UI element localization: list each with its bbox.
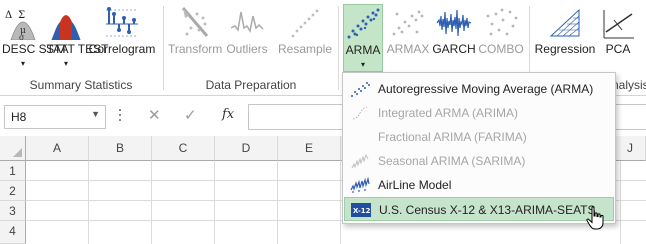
regression-button[interactable]: Regression bbox=[532, 4, 598, 74]
transform-icon bbox=[181, 7, 209, 37]
arma-dropdown-menu: Autoregressive Moving Average (ARMA) Int… bbox=[342, 72, 616, 224]
gridline bbox=[214, 161, 215, 244]
correlogram-icon bbox=[106, 7, 138, 37]
correlogram-label: Correlogram bbox=[88, 42, 156, 56]
name-box[interactable]: H8 ▼ bbox=[4, 105, 106, 129]
combo-label: COMBO bbox=[478, 42, 524, 56]
stat-test-button[interactable]: STAT TEST ▾ bbox=[46, 4, 108, 74]
svg-text:Δ: Δ bbox=[5, 10, 12, 21]
gridline bbox=[151, 161, 152, 244]
column-header-e[interactable]: E bbox=[278, 136, 341, 161]
cancel-icon[interactable]: ✕ bbox=[148, 106, 161, 124]
column-header-b[interactable]: B bbox=[89, 136, 152, 161]
enter-icon[interactable]: ✓ bbox=[184, 106, 197, 124]
gridline bbox=[277, 161, 278, 244]
column-header-d[interactable]: D bbox=[215, 136, 278, 161]
menu-item-label: Fractional ARIMA (FARIMA) bbox=[378, 130, 527, 144]
menu-item-label: Integrated ARMA (ARIMA) bbox=[378, 106, 519, 120]
menu-item-farima[interactable]: Fractional ARIMA (FARIMA) bbox=[344, 125, 614, 149]
svg-text:Σ: Σ bbox=[18, 10, 25, 21]
svg-text:X-12: X-12 bbox=[353, 207, 371, 215]
dropdown-caret-icon: ▾ bbox=[63, 59, 68, 68]
regression-label: Regression bbox=[534, 42, 596, 56]
combo-button[interactable]: COMBO bbox=[477, 4, 525, 74]
row-header-3[interactable]: 3 bbox=[0, 201, 26, 221]
resample-button[interactable]: Resample bbox=[276, 4, 334, 74]
menu-item-arma[interactable]: Autoregressive Moving Average (ARMA) bbox=[344, 77, 614, 101]
menu-item-census-x12-x13[interactable]: X-12 U.S. Census X-12 & X13-ARIMA-SEATS bbox=[344, 197, 614, 221]
pca-icon bbox=[603, 10, 634, 39]
stat-test-icon bbox=[51, 15, 81, 40]
pca-button[interactable]: PCA bbox=[598, 4, 638, 74]
svg-text:σ: σ bbox=[19, 33, 25, 40]
census-x12-icon: X-12 bbox=[351, 203, 371, 217]
garch-button[interactable]: GARCH bbox=[431, 4, 477, 74]
menu-item-sarima[interactable]: Seasonal ARIMA (SARIMA) bbox=[344, 149, 614, 173]
resize-handle-icon[interactable] bbox=[118, 109, 122, 125]
row-header-2[interactable]: 2 bbox=[0, 181, 26, 201]
outliers-label: Outliers bbox=[226, 42, 268, 56]
insert-function-icon[interactable]: fx bbox=[222, 107, 234, 122]
outliers-icon bbox=[230, 11, 264, 34]
armax-label: ARMAX bbox=[386, 42, 430, 56]
arma-icon bbox=[351, 82, 370, 97]
regression-icon bbox=[549, 8, 580, 37]
menu-item-label: U.S. Census X-12 & X13-ARIMA-SEATS bbox=[379, 203, 596, 217]
combo-icon bbox=[486, 8, 518, 36]
pca-label: PCA bbox=[605, 42, 631, 56]
resample-icon bbox=[291, 9, 319, 38]
group-separator bbox=[338, 6, 339, 90]
descriptive-stats-icon: Δ Σ μ σ bbox=[5, 10, 36, 40]
garch-icon bbox=[436, 9, 472, 37]
data-preparation-group-label: Data Preparation bbox=[205, 78, 297, 92]
transform-label: Transform bbox=[168, 42, 223, 56]
menu-item-label: Autoregressive Moving Average (ARMA) bbox=[378, 82, 594, 96]
menu-item-label: Seasonal ARIMA (SARIMA) bbox=[378, 154, 526, 168]
gridline bbox=[340, 161, 341, 244]
transform-button[interactable]: Transform bbox=[168, 4, 222, 74]
menu-item-label: AirLine Model bbox=[378, 178, 452, 192]
dropdown-caret-icon: ▾ bbox=[360, 60, 365, 69]
arma-label: ARMA bbox=[345, 43, 381, 57]
arma-button[interactable]: ARMA ▾ bbox=[343, 4, 383, 72]
armax-icon bbox=[392, 10, 424, 36]
analysis-group-label: nalysis bbox=[612, 78, 646, 92]
armax-button[interactable]: ARMAX bbox=[385, 4, 431, 74]
arima-icon bbox=[352, 106, 368, 120]
select-all-corner[interactable] bbox=[0, 136, 26, 161]
arma-icon bbox=[347, 8, 380, 39]
correlogram-button[interactable]: Correlogram bbox=[86, 4, 158, 74]
airline-model-icon bbox=[350, 176, 370, 193]
chevron-down-icon[interactable]: ▼ bbox=[91, 109, 100, 119]
menu-item-arima[interactable]: Integrated ARMA (ARIMA) bbox=[344, 101, 614, 125]
column-header-c[interactable]: C bbox=[152, 136, 215, 161]
gridline bbox=[88, 161, 89, 244]
sarima-icon bbox=[351, 153, 369, 169]
garch-label: GARCH bbox=[432, 42, 476, 56]
outliers-button[interactable]: Outliers bbox=[222, 4, 272, 74]
hand-cursor-icon bbox=[586, 206, 604, 230]
row-header-4[interactable]: 4 bbox=[0, 221, 26, 244]
name-box-value: H8 bbox=[11, 110, 27, 124]
column-header-a[interactable]: A bbox=[26, 136, 89, 161]
summary-statistics-group-label: Summary Statistics bbox=[29, 78, 133, 92]
menu-item-airline-model[interactable]: AirLine Model bbox=[344, 173, 614, 197]
gridline bbox=[620, 161, 621, 244]
row-header-1[interactable]: 1 bbox=[0, 161, 26, 181]
dropdown-caret-icon: ▾ bbox=[20, 59, 25, 68]
desc-stat-button[interactable]: Δ Σ μ σ DESC STAT ▾ bbox=[2, 4, 68, 74]
resample-label: Resample bbox=[277, 42, 333, 56]
